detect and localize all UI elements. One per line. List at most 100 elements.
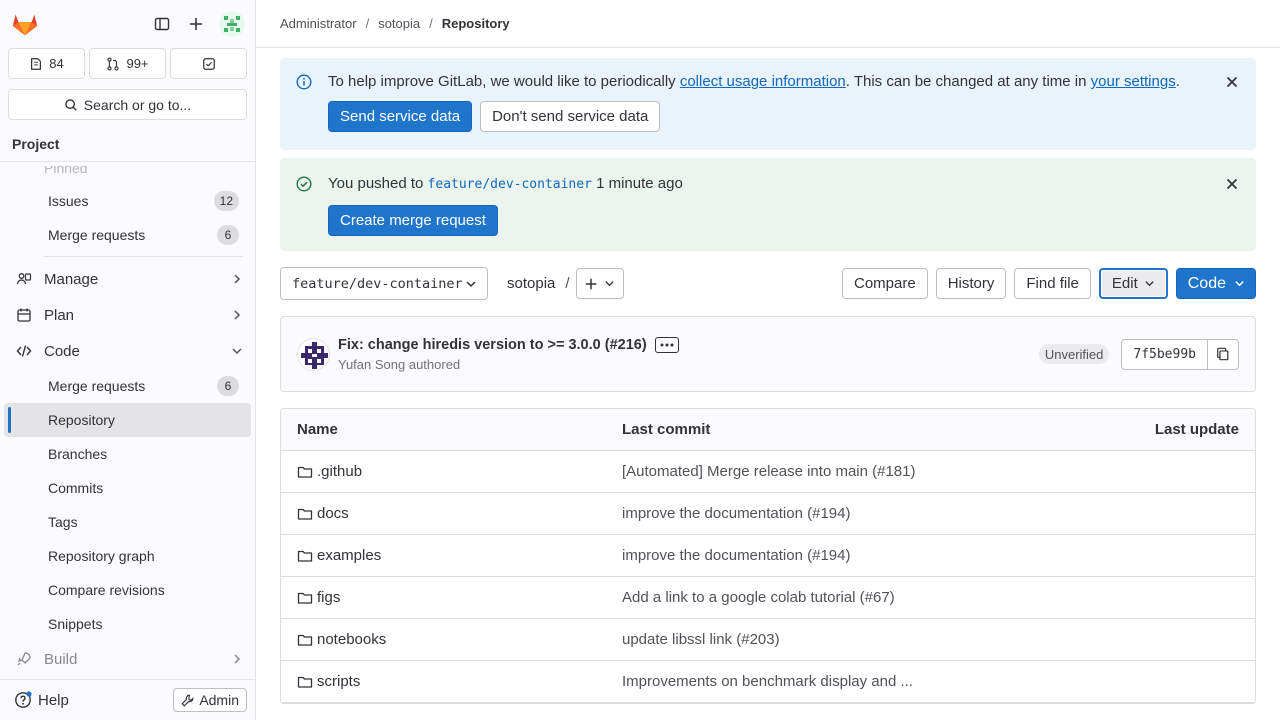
file-name-cell[interactable]: examples <box>297 547 622 564</box>
breadcrumb-separator: / <box>429 16 433 31</box>
sidebar-counts: 84 99+ <box>0 48 255 79</box>
table-row: .github [Automated] Merge release into ma… <box>281 451 1255 493</box>
folder-name-link[interactable]: docs <box>317 505 349 522</box>
calendar-icon <box>16 307 32 323</box>
issues-count-button[interactable]: 84 <box>8 48 85 79</box>
folder-icon <box>297 590 313 606</box>
copy-icon <box>1216 347 1230 361</box>
push-alert: You pushed to feature/dev-container 1 mi… <box>280 158 1256 251</box>
nav-group-plan[interactable]: Plan <box>0 297 255 333</box>
pinned-item-merge-requests[interactable]: Merge requests 6 <box>4 218 251 252</box>
last-commit-link[interactable]: improve the documentation (#194) <box>622 505 1039 522</box>
file-name-cell[interactable]: .github <box>297 463 622 480</box>
branch-selector-value: feature/dev-container <box>292 275 463 292</box>
compare-button[interactable]: Compare <box>841 268 928 299</box>
nav-label: Build <box>44 650 78 668</box>
file-name-cell[interactable]: notebooks <box>297 631 622 648</box>
send-service-data-button[interactable]: Send service data <box>328 101 473 132</box>
expand-commit-message-button[interactable] <box>654 336 679 353</box>
close-icon[interactable] <box>1224 176 1240 192</box>
create-new-icon[interactable] <box>185 13 207 35</box>
collect-usage-link[interactable]: collect usage information <box>680 73 846 90</box>
copy-sha-button[interactable] <box>1207 338 1239 370</box>
breadcrumb-item[interactable]: Administrator <box>280 16 357 31</box>
sidebar-item-repository-graph[interactable]: Repository graph <box>4 539 251 573</box>
wrench-icon <box>181 694 194 707</box>
history-button[interactable]: History <box>935 268 1007 299</box>
nav-label: Tags <box>48 514 78 530</box>
sidebar-item-repository[interactable]: Repository <box>4 403 251 437</box>
commit-sha[interactable]: 7f5be99b <box>1121 338 1207 370</box>
pushed-branch-name[interactable]: feature/dev-container <box>428 177 592 192</box>
breadcrumb-item[interactable]: sotopia <box>378 16 420 31</box>
folder-name-link[interactable]: figs <box>317 589 340 606</box>
rocket-icon <box>16 651 32 667</box>
folder-name-link[interactable]: notebooks <box>317 631 386 648</box>
table-row: notebooks update libssl link (#203) <box>281 619 1255 661</box>
find-file-button[interactable]: Find file <box>1014 268 1091 299</box>
commit-title-link[interactable]: Fix: change hiredis version to >= 3.0.0 … <box>338 337 647 353</box>
folder-icon <box>297 674 313 690</box>
last-commit-link[interactable]: Add a link to a google colab tutorial (#… <box>622 589 1039 606</box>
add-to-tree-dropdown[interactable] <box>575 268 624 299</box>
gitlab-logo-icon[interactable] <box>10 9 40 39</box>
todos-button[interactable] <box>170 48 247 79</box>
branch-selector[interactable]: feature/dev-container <box>280 267 488 300</box>
column-header-last-update: Last update <box>1154 421 1239 438</box>
last-commit-link[interactable]: Improvements on benchmark display and ..… <box>622 673 1039 690</box>
signature-status-badge[interactable]: Unverified <box>1038 344 1110 364</box>
sidebar-item-snippets[interactable]: Snippets <box>4 607 251 641</box>
nav-label: Branches <box>48 446 108 462</box>
search-button[interactable]: Search or go to... <box>8 89 247 120</box>
file-name-cell[interactable]: scripts <box>297 673 622 690</box>
nav-label: Code <box>44 342 80 360</box>
merge-request-icon <box>106 56 120 71</box>
admin-button[interactable]: Admin <box>173 688 247 712</box>
last-commit-link[interactable]: [Automated] Merge release into main (#18… <box>622 463 1039 480</box>
nav-label: Snippets <box>48 616 103 632</box>
close-icon[interactable] <box>1224 74 1240 90</box>
edit-label: Edit <box>1111 275 1138 292</box>
commit-author-avatar[interactable] <box>297 337 330 371</box>
path-separator: / <box>565 275 570 292</box>
folder-name-link[interactable]: scripts <box>317 673 360 690</box>
folder-name-link[interactable]: .github <box>317 463 362 480</box>
sidebar-item-compare-revisions[interactable]: Compare revisions <box>4 573 251 607</box>
sidebar-item-branches[interactable]: Branches <box>4 437 251 471</box>
toggle-sidebar-icon[interactable] <box>151 13 173 35</box>
last-commit-panel: Fix: change hiredis version to >= 3.0.0 … <box>280 316 1256 392</box>
table-row: examples improve the documentation (#194) <box>281 535 1255 577</box>
count-badge: 6 <box>217 225 239 245</box>
help-button[interactable]: Help <box>14 691 69 709</box>
sidebar-item-merge-requests[interactable]: Merge requests 6 <box>4 369 251 403</box>
edit-dropdown-button[interactable]: Edit <box>1098 268 1168 299</box>
nav-label: Repository graph <box>48 548 155 564</box>
folder-name-link[interactable]: examples <box>317 547 381 564</box>
user-avatar[interactable] <box>219 11 245 37</box>
chevron-down-icon <box>604 278 615 289</box>
last-commit-link[interactable]: improve the documentation (#194) <box>622 547 1039 564</box>
merge-requests-count-button[interactable]: 99+ <box>89 48 166 79</box>
nav-group-build[interactable]: Build <box>0 641 255 677</box>
nav-group-code[interactable]: Code <box>0 333 255 369</box>
last-commit-link[interactable]: update libssl link (#203) <box>622 631 1039 648</box>
pinned-header[interactable]: Pinned <box>0 166 255 178</box>
code-dropdown-button[interactable]: Code <box>1175 268 1256 299</box>
breadcrumb-current[interactable]: Repository <box>442 16 510 31</box>
project-path-link[interactable]: sotopia <box>507 275 555 292</box>
create-merge-request-button[interactable]: Create merge request <box>328 205 498 236</box>
your-settings-link[interactable]: your settings <box>1091 73 1176 90</box>
repository-toolbar: feature/dev-container sotopia / Compare <box>280 267 1256 300</box>
users-icon <box>16 271 32 287</box>
breadcrumb: Administrator / sotopia / Repository <box>256 0 1280 48</box>
file-name-cell[interactable]: docs <box>297 505 622 522</box>
nav-group-manage[interactable]: Manage <box>0 261 255 297</box>
sidebar-item-commits[interactable]: Commits <box>4 471 251 505</box>
pinned-item-issues[interactable]: Issues 12 <box>4 184 251 218</box>
dont-send-service-data-button[interactable]: Don't send service data <box>480 101 661 132</box>
issues-icon <box>29 57 43 71</box>
sidebar-item-tags[interactable]: Tags <box>4 505 251 539</box>
alert-text-part: . <box>1175 73 1180 90</box>
alert-message: To help improve GitLab, we would like to… <box>328 73 1208 91</box>
file-name-cell[interactable]: figs <box>297 589 622 606</box>
